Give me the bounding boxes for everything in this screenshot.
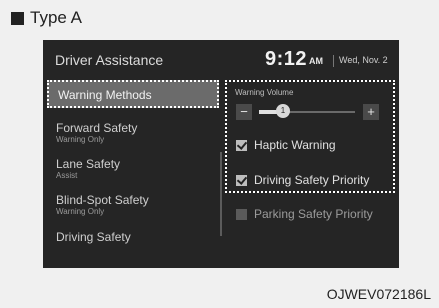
volume-slider-knob[interactable]: 1 [276, 104, 290, 118]
screen-title: Driver Assistance [55, 52, 164, 68]
menu-item-forward-safety[interactable]: Forward Safety Warning Only [47, 116, 219, 146]
warning-volume-label: Warning Volume [235, 88, 294, 97]
menu-item-lane-safety[interactable]: Lane Safety Assist [47, 152, 219, 182]
menu-item-label: Lane Safety [56, 157, 121, 171]
menu-item-blind-spot-safety[interactable]: Blind-Spot Safety Warning Only [47, 188, 219, 218]
status-bar: Driver Assistance 9:12 AM Wed, Nov. 2 [43, 40, 399, 78]
menu-item-driving-safety[interactable]: Driving Safety [47, 224, 219, 250]
menu-item-label: Forward Safety [56, 121, 138, 135]
haptic-warning-option[interactable]: Haptic Warning [236, 138, 336, 152]
infotainment-screen: Driver Assistance 9:12 AM Wed, Nov. 2 Wa… [43, 40, 399, 268]
menu-scrollbar[interactable] [220, 152, 222, 236]
option-label: Parking Safety Priority [254, 207, 373, 221]
option-label: Haptic Warning [254, 138, 336, 152]
status-divider [333, 55, 334, 67]
parking-safety-priority-option[interactable]: Parking Safety Priority [236, 207, 373, 221]
settings-menu: Warning Methods Forward Safety Warning O… [43, 78, 221, 268]
clock-time: 9:12 [265, 48, 308, 70]
menu-item-warning-methods[interactable]: Warning Methods [47, 80, 219, 108]
checkbox-icon[interactable] [236, 139, 247, 151]
menu-item-label: Blind-Spot Safety [56, 193, 149, 207]
checkbox-icon[interactable] [236, 208, 247, 220]
volume-decrease-button[interactable]: − [236, 104, 252, 120]
clock-date: Wed, Nov. 2 [339, 55, 388, 65]
square-bullet-icon [11, 11, 24, 25]
menu-item-label: Warning Methods [58, 88, 152, 102]
doc-label-text: Type A [30, 8, 82, 27]
menu-item-sublabel: Warning Only [56, 135, 105, 144]
doc-label: Type A [11, 8, 82, 28]
menu-item-sublabel: Assist [56, 171, 78, 180]
figure-code: OJWEV072186L [326, 286, 431, 302]
menu-item-label: Driving Safety [56, 230, 131, 244]
menu-item-sublabel: Warning Only [56, 207, 105, 216]
volume-increase-button[interactable]: + [363, 104, 379, 120]
driving-safety-priority-option[interactable]: Driving Safety Priority [236, 173, 369, 187]
clock-ampm: AM [309, 56, 323, 66]
option-label: Driving Safety Priority [254, 173, 370, 187]
checkbox-icon[interactable] [236, 174, 247, 186]
